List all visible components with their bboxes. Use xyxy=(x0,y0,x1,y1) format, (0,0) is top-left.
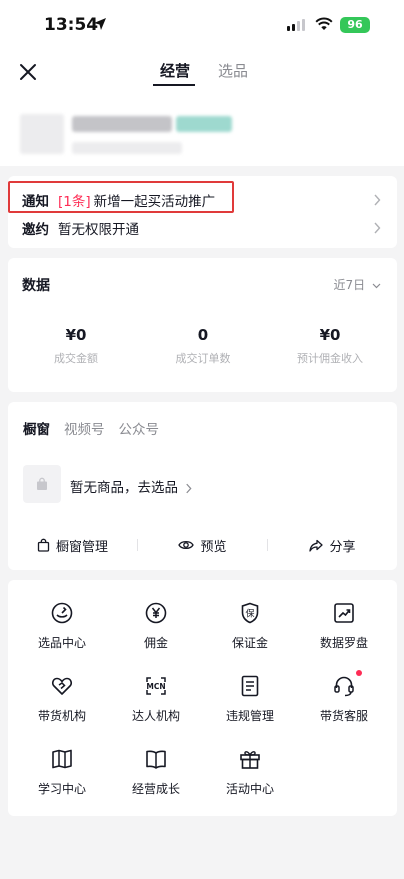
stat-label: 成交金额 xyxy=(54,352,98,365)
location-arrow-icon xyxy=(94,18,106,30)
tool-label: 经营成长 xyxy=(131,782,180,796)
showcase-card: 橱窗 视频号 公众号 暂无商品，去选品 橱窗管理 预览 分享 xyxy=(8,402,397,570)
showcase-actions: 橱窗管理 预览 分享 xyxy=(8,534,397,556)
tab-showcase[interactable]: 橱窗 xyxy=(23,418,50,438)
stat-value: 0 xyxy=(197,326,209,344)
book-icon xyxy=(146,750,166,769)
invite-row[interactable]: 邀约 暂无权限开通 xyxy=(22,216,385,240)
notice-card: 通知 [1条] 新增一起买活动推广 邀约 暂无权限开通 xyxy=(8,176,397,248)
tool-label: 达人机构 xyxy=(131,709,180,723)
mcn-icon: MCN xyxy=(146,677,166,695)
tool-influencer-agency[interactable]: MCN 达人机构 xyxy=(109,674,203,724)
deposit-shield-icon: 保 xyxy=(241,602,259,624)
chevron-down-icon xyxy=(372,283,381,288)
profile-subtitle xyxy=(72,142,182,154)
showcase-manage-button[interactable]: 橱窗管理 xyxy=(8,536,137,555)
empty-state-text: 暂无商品，去选品 xyxy=(70,480,178,496)
wifi-icon xyxy=(315,17,333,30)
showcase-tabs: 橱窗 视频号 公众号 xyxy=(23,418,159,438)
cellular-signal-icon xyxy=(287,19,305,31)
data-section-title: 数据 xyxy=(22,278,50,294)
tool-label: 数据罗盘 xyxy=(319,636,368,650)
profile-badge xyxy=(176,116,232,132)
preview-button[interactable]: 预览 xyxy=(138,536,267,555)
status-time: 13:54 xyxy=(44,15,99,35)
tool-label: 违规管理 xyxy=(225,709,274,723)
stat-value: ¥0 xyxy=(65,326,87,344)
close-icon[interactable] xyxy=(17,61,39,83)
svg-text:MCN: MCN xyxy=(146,682,165,691)
date-range-selector[interactable]: 近7日 xyxy=(334,276,381,293)
product-center-icon xyxy=(51,602,73,624)
battery-indicator: 96 xyxy=(340,17,370,33)
status-bar: 13:54 96 xyxy=(0,0,404,52)
tab-business[interactable]: 经营 xyxy=(160,60,190,81)
go-select-products-link[interactable]: 暂无商品，去选品 xyxy=(70,476,192,496)
tool-label: 学习中心 xyxy=(37,782,86,796)
tool-label: 活动中心 xyxy=(225,782,274,796)
date-range-label: 近7日 xyxy=(333,278,366,292)
tool-violation-management[interactable]: 违规管理 xyxy=(203,674,297,724)
top-nav: 经营 选品 xyxy=(0,52,404,92)
profile-name xyxy=(72,116,172,132)
tool-product-center[interactable]: 选品中心 xyxy=(15,601,109,651)
chart-trend-icon xyxy=(334,603,354,623)
headset-icon xyxy=(334,676,354,697)
chevron-right-icon xyxy=(374,222,381,234)
stat-label: 预计佣金收入 xyxy=(297,352,363,365)
tool-deposit[interactable]: 保 保证金 xyxy=(203,601,297,651)
stat-value: ¥0 xyxy=(319,326,341,344)
active-tab-indicator xyxy=(153,84,195,86)
tools-grid: 选品中心 佣金 保 保证金 数据罗盘 带货机构 MCN 达人机构 违规管理 带货… xyxy=(8,580,397,816)
share-button[interactable]: 分享 xyxy=(268,536,397,555)
svg-text:保: 保 xyxy=(245,608,254,620)
tool-customer-service[interactable]: 带货客服 xyxy=(297,670,391,724)
tool-label: 佣金 xyxy=(143,636,168,650)
notification-dot xyxy=(356,670,362,676)
invite-text: 暂无权限开通 xyxy=(58,222,139,238)
tool-merchant-agency[interactable]: 带货机构 xyxy=(15,674,109,724)
tool-label: 带货机构 xyxy=(37,709,86,723)
tool-learning-center[interactable]: 学习中心 xyxy=(15,747,109,797)
tool-commission[interactable]: 佣金 xyxy=(109,601,203,651)
button-label: 分享 xyxy=(329,539,356,555)
data-card: 数据 近7日 ¥0 成交金额 0 成交订单数 ¥0 预计佣金收入 xyxy=(8,258,397,392)
gift-icon xyxy=(240,751,260,769)
shopping-bag-icon xyxy=(37,477,47,490)
stat-label: 成交订单数 xyxy=(175,352,231,365)
tool-label: 选品中心 xyxy=(37,636,86,650)
stat-gmv[interactable]: ¥0 成交金额 xyxy=(16,326,136,366)
invite-label: 邀约 xyxy=(22,222,49,238)
shopping-bag-icon xyxy=(37,538,50,552)
button-label: 预览 xyxy=(200,539,227,555)
highlight-annotation xyxy=(8,181,234,213)
tab-product-selection[interactable]: 选品 xyxy=(218,60,248,81)
tool-label: 带货客服 xyxy=(319,709,368,723)
eye-icon xyxy=(178,540,195,550)
document-icon xyxy=(241,675,259,697)
empty-product-placeholder xyxy=(23,465,61,503)
yen-coin-icon xyxy=(145,602,167,624)
stat-orders[interactable]: 0 成交订单数 xyxy=(143,326,263,366)
button-label: 橱窗管理 xyxy=(55,539,108,555)
profile-header xyxy=(0,92,404,166)
tab-video-channel[interactable]: 视频号 xyxy=(64,418,105,438)
tab-official-account[interactable]: 公众号 xyxy=(119,418,160,438)
tool-business-growth[interactable]: 经营成长 xyxy=(109,747,203,797)
stat-commission[interactable]: ¥0 预计佣金收入 xyxy=(270,326,390,366)
tool-data-compass[interactable]: 数据罗盘 xyxy=(297,601,391,651)
chevron-right-icon xyxy=(186,483,192,493)
share-icon xyxy=(309,539,324,552)
tool-label: 保证金 xyxy=(231,636,268,650)
book-open-icon xyxy=(52,749,72,769)
avatar xyxy=(20,114,64,154)
heart-handshake-icon xyxy=(51,677,73,695)
tool-activity-center[interactable]: 活动中心 xyxy=(203,747,297,797)
chevron-right-icon xyxy=(374,194,381,206)
